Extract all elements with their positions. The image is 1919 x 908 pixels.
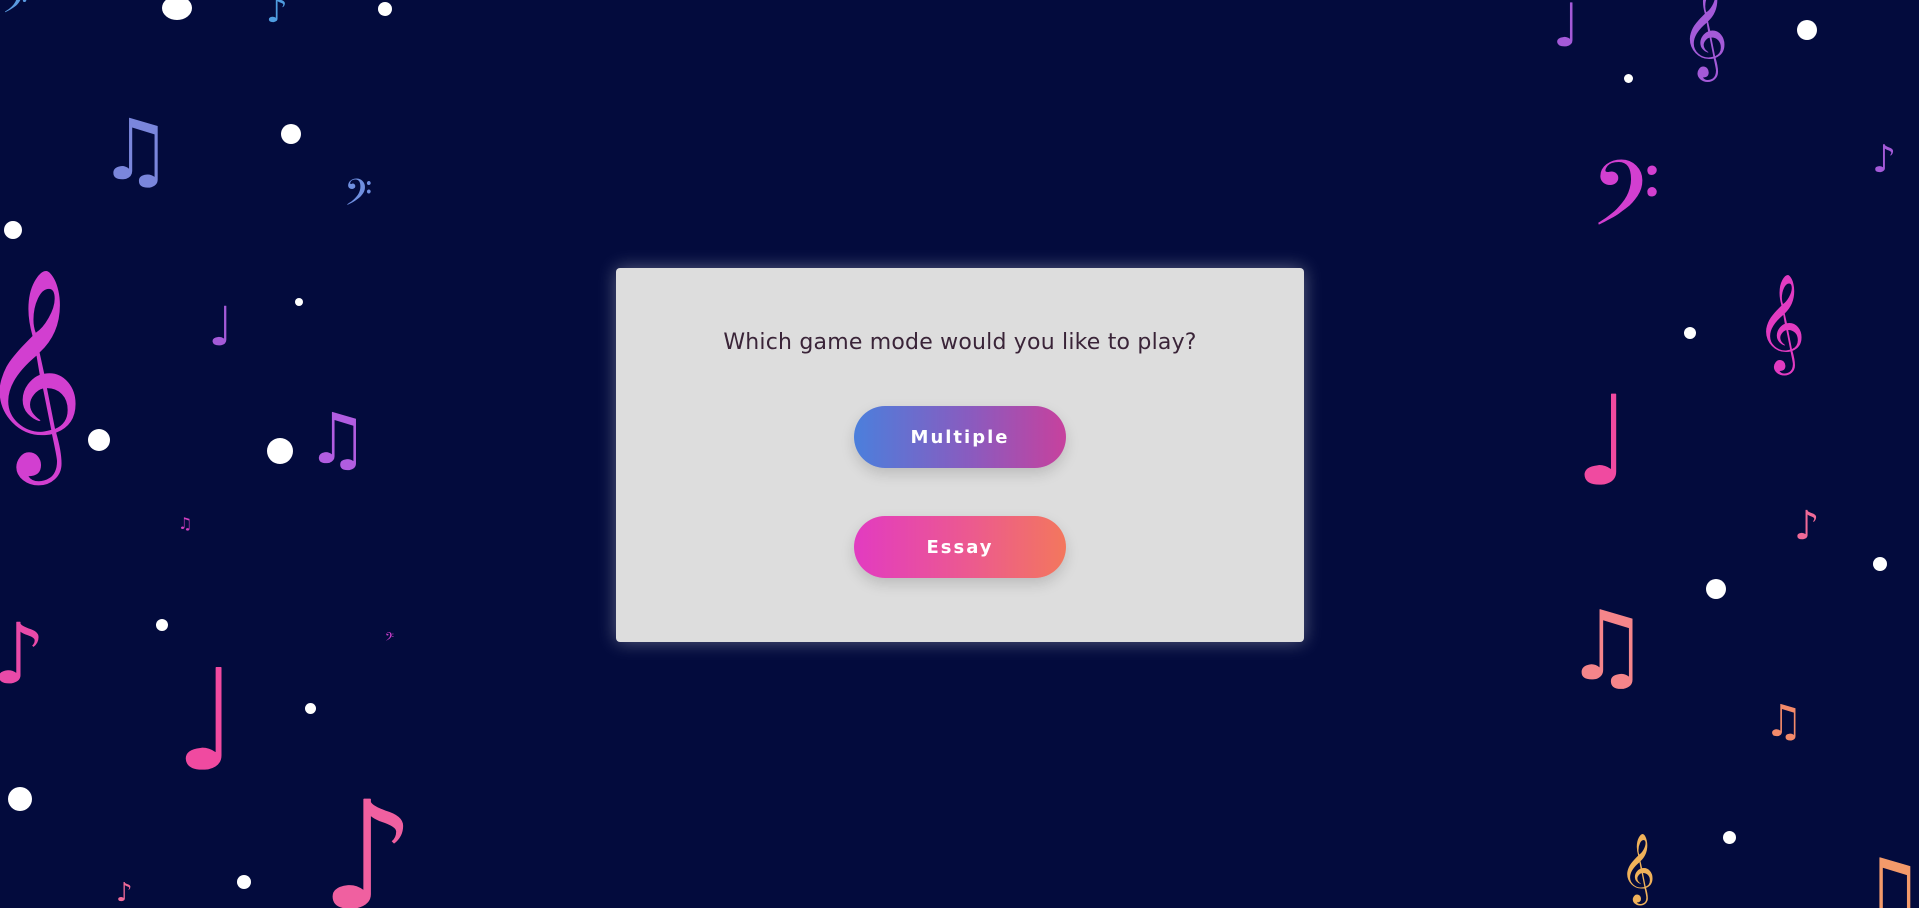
quarter-note-icon: ♩ [1574,370,1633,514]
background-dot [237,875,251,889]
background-dot [1624,74,1633,83]
quarter-note-icon: ♩ [1552,0,1581,61]
eighth-note-icon: ♪ [0,605,46,703]
background-dot [162,0,192,20]
background-dot [281,124,301,144]
background-dot [267,438,293,464]
treble-clef-icon: 𝄞 [1756,273,1806,371]
background-dot [1706,579,1726,599]
background-dot [1684,327,1696,339]
background-dot [8,787,32,811]
background-dot [1873,557,1887,571]
background-dot [295,298,303,306]
game-mode-dialog: Which game mode would you like to play? … [616,268,1304,642]
beamed-notes-icon: ♫ [1564,590,1651,702]
eighth-note-icon: ♪ [320,770,416,908]
background-dot [1797,20,1817,40]
treble-clef-icon: 𝄞 [1680,0,1729,78]
beamed-notes-icon: ♫ [98,101,174,199]
treble-clef-icon: 𝄞 [0,267,85,476]
beamed-notes-icon: ♫ [178,514,193,533]
eighth-note-icon: ♪ [1794,503,1820,549]
beamed-notes-icon: ♫ [1846,840,1919,908]
quarter-note-icon: ♩ [208,295,234,358]
treble-clef-icon: 𝄞 [1620,833,1656,903]
background-dot [305,703,316,714]
quarter-note-icon: ♩ [174,640,241,803]
background-dot [1723,831,1736,844]
essay-mode-button[interactable]: Essay [854,516,1066,578]
bass-clef-icon: 𝄢 [1590,141,1661,269]
game-mode-question: Which game mode would you like to play? [723,330,1197,355]
eighth-note-icon: ♪ [266,0,288,31]
eighth-note-icon: ♪ [1872,137,1897,181]
background-dot [378,2,392,16]
background-dot [88,429,110,451]
background-dot [156,619,168,631]
bass-clef-icon: 𝄢 [344,172,373,223]
bass-clef-icon: 𝄢 [385,631,395,647]
multiple-mode-button[interactable]: Multiple [854,406,1066,468]
background-dot [4,221,22,239]
eighth-note-icon: ♪ [116,878,133,908]
beamed-notes-icon: ♫ [1764,696,1804,747]
bass-clef-icon: 𝄢 [2,0,28,29]
beamed-notes-icon: ♫ [306,398,369,480]
